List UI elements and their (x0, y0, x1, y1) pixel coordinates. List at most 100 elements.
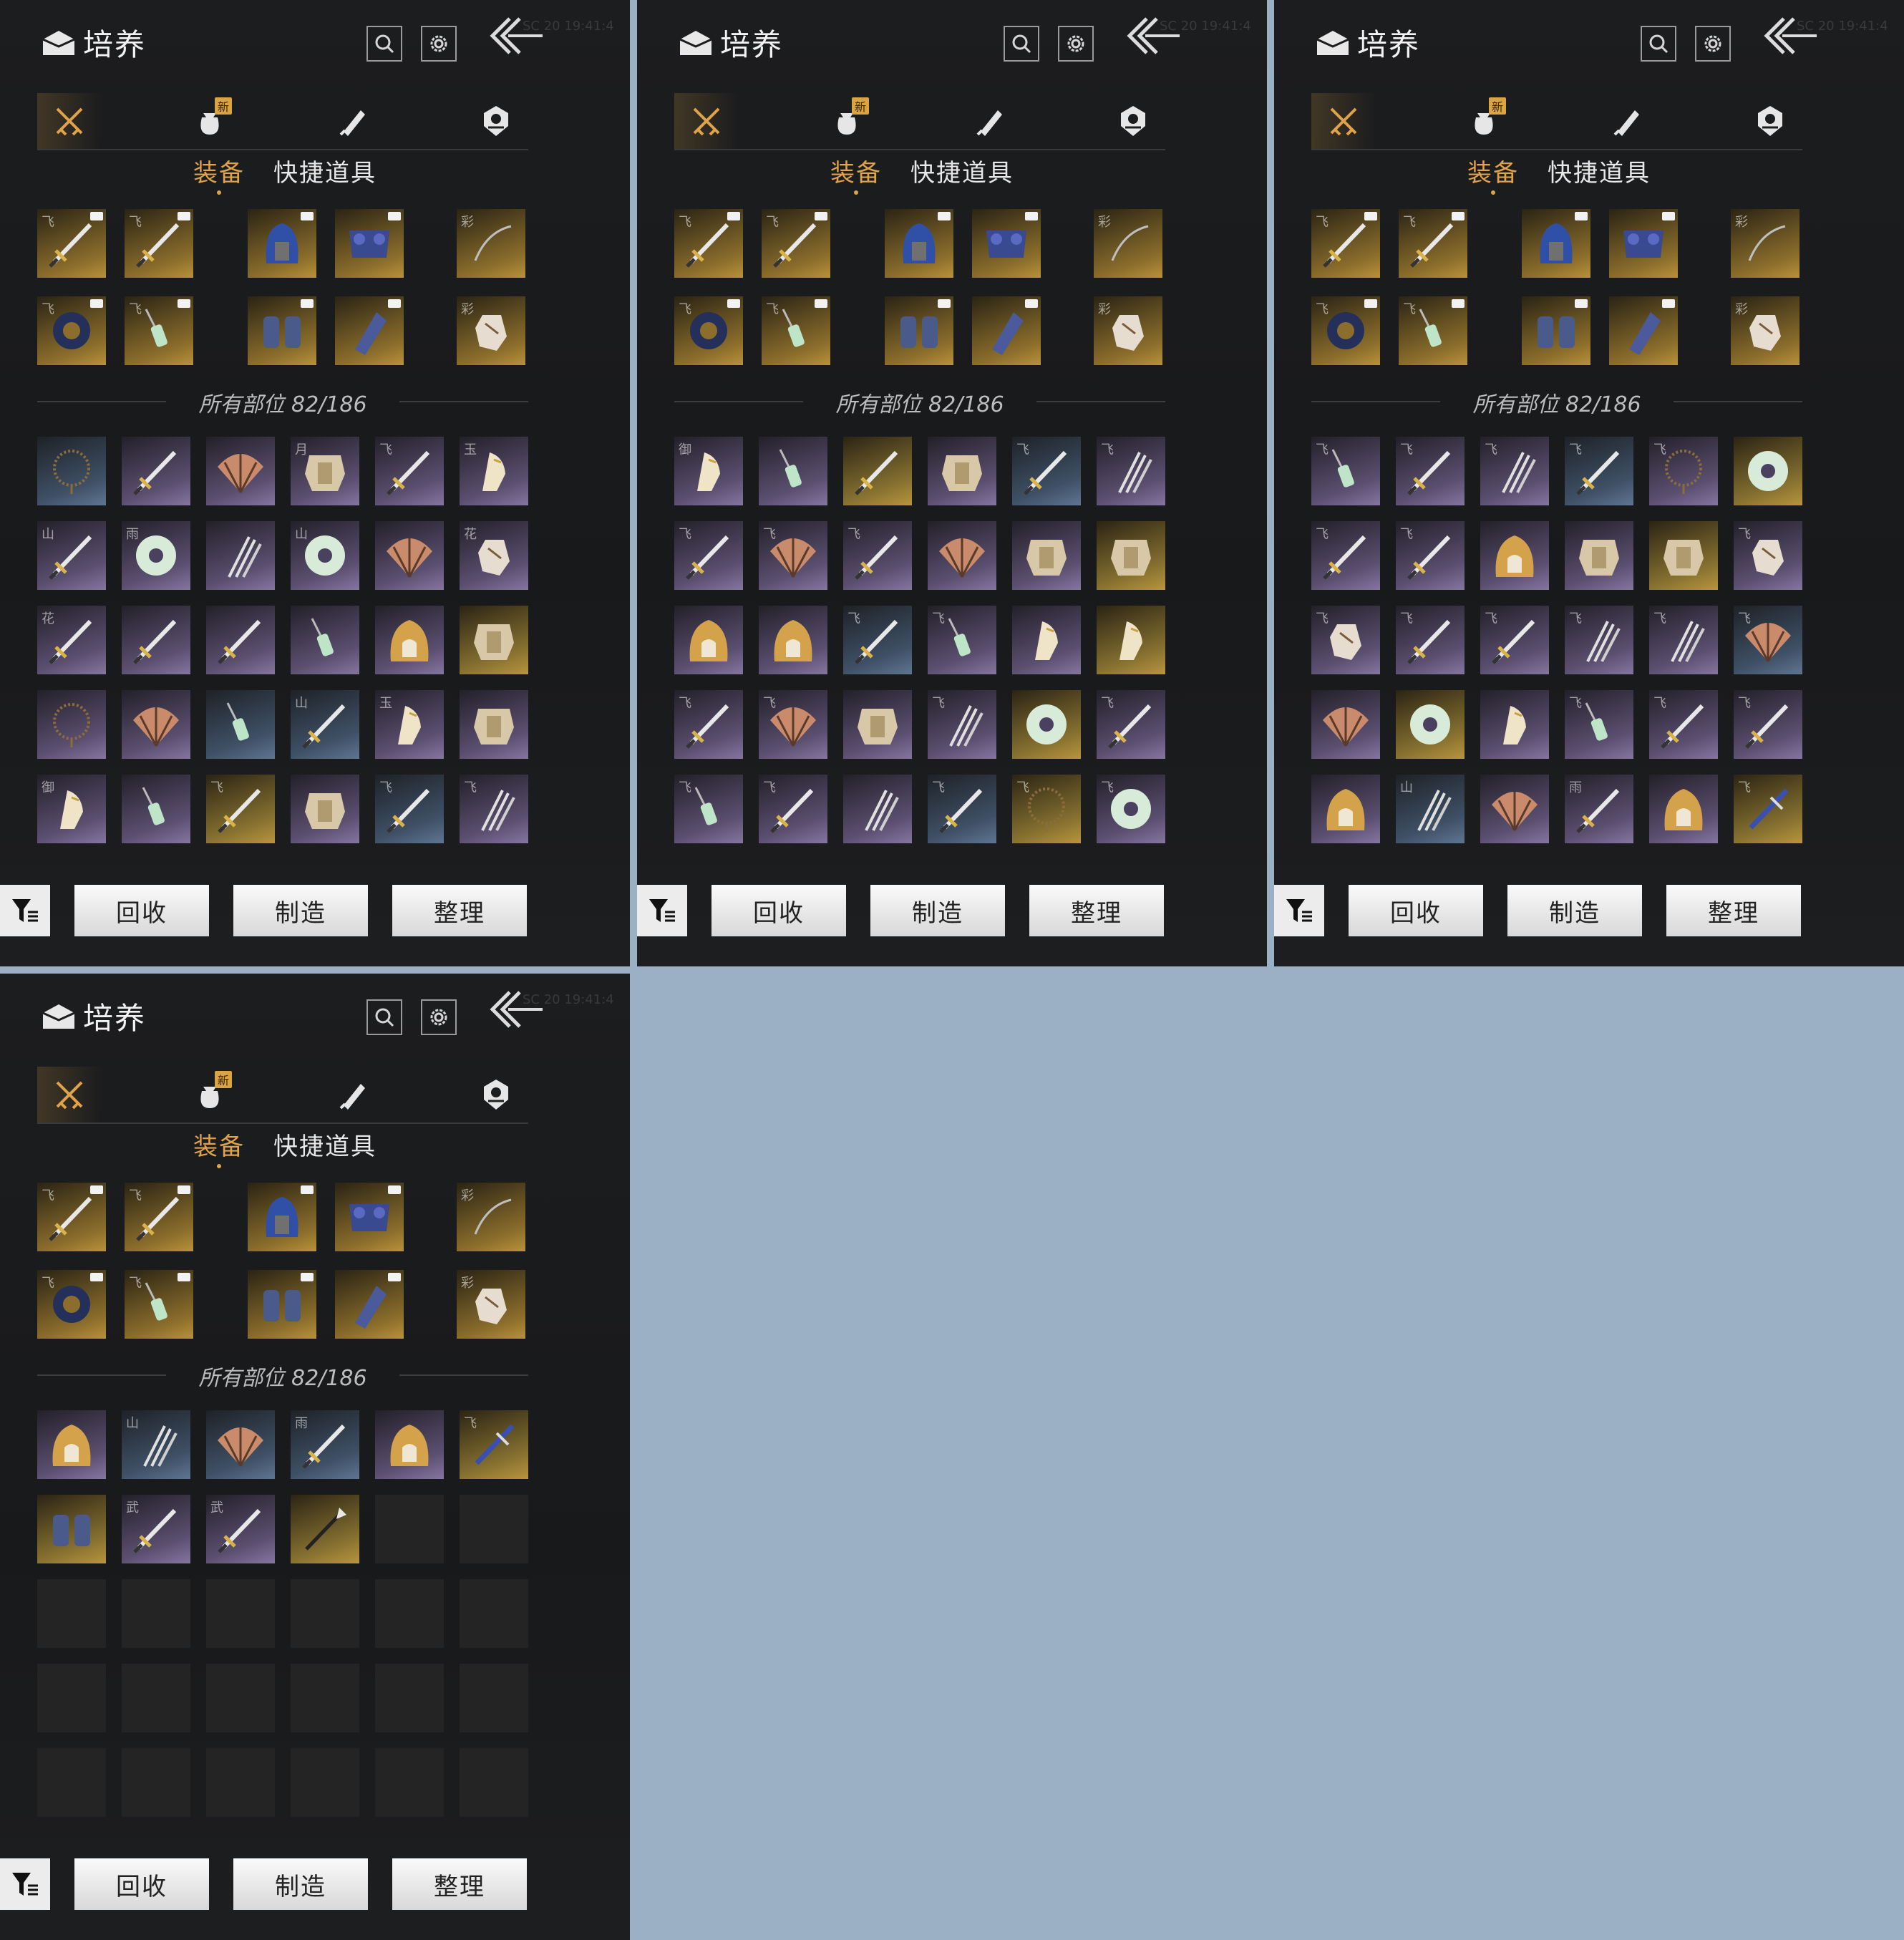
inventory-slot[interactable]: 飞 (375, 437, 444, 505)
subtab-equipment[interactable]: 装备 (830, 153, 882, 195)
inventory-slot[interactable]: 飞 (1311, 521, 1380, 590)
equipped-slot[interactable] (972, 296, 1041, 365)
equipped-slot[interactable]: 彩 (1731, 209, 1799, 278)
tab-scrolls[interactable] (1595, 93, 1659, 149)
tab-emblems[interactable] (1738, 93, 1802, 149)
craft-button[interactable]: 制造 (233, 885, 368, 936)
settings-button[interactable] (1695, 26, 1731, 62)
subtab-equipment[interactable]: 装备 (193, 153, 245, 195)
filter-button[interactable] (1274, 885, 1324, 936)
tab-emblems[interactable] (1101, 93, 1165, 149)
inventory-slot[interactable]: 御 (37, 775, 106, 843)
inventory-slot[interactable] (1480, 690, 1549, 759)
inventory-slot[interactable] (122, 690, 190, 759)
inventory-slot[interactable] (1012, 606, 1081, 674)
inventory-slot[interactable]: 飞 (928, 775, 996, 843)
inventory-slot[interactable] (843, 775, 912, 843)
tab-scrolls[interactable] (321, 93, 385, 149)
craft-button[interactable]: 制造 (233, 1858, 368, 1910)
inventory-slot[interactable]: 飞 (674, 521, 743, 590)
inventory-slot[interactable]: 飞 (759, 690, 827, 759)
inventory-slot[interactable] (375, 1410, 444, 1479)
equipped-slot[interactable] (1609, 296, 1678, 365)
inventory-slot[interactable]: 飞 (1649, 606, 1718, 674)
tab-items[interactable]: 新 (815, 93, 879, 149)
recycle-button[interactable]: 回收 (74, 1858, 209, 1910)
search-button[interactable] (1641, 26, 1676, 62)
inventory-slot[interactable] (1649, 521, 1718, 590)
inventory-slot[interactable]: 飞 (375, 775, 444, 843)
search-button[interactable] (1004, 26, 1039, 62)
inventory-slot[interactable] (1311, 690, 1380, 759)
equipped-slot[interactable]: 飞 (125, 209, 193, 278)
back-icon[interactable] (487, 988, 544, 1034)
inventory-slot[interactable]: 花 (37, 606, 106, 674)
sort-button[interactable]: 整理 (1029, 885, 1164, 936)
inventory-slot[interactable] (206, 1410, 275, 1479)
craft-button[interactable]: 制造 (1507, 885, 1642, 936)
inventory-slot[interactable] (122, 437, 190, 505)
equipped-slot[interactable]: 飞 (762, 296, 830, 365)
inventory-slot[interactable] (460, 606, 528, 674)
subtab-quick-items[interactable]: 快捷道具 (910, 153, 1014, 192)
inventory-slot[interactable] (291, 1495, 359, 1563)
inventory-slot[interactable]: 飞 (206, 775, 275, 843)
inventory-slot[interactable] (759, 606, 827, 674)
inventory-slot[interactable]: 飞 (1734, 690, 1802, 759)
equipped-slot[interactable]: 飞 (674, 296, 743, 365)
equipped-slot[interactable] (248, 1270, 316, 1339)
inventory-slot[interactable]: 雨 (291, 1410, 359, 1479)
filter-button[interactable] (0, 885, 50, 936)
inventory-slot[interactable] (1396, 690, 1465, 759)
filter-button[interactable] (0, 1858, 50, 1910)
inventory-slot[interactable] (1012, 690, 1081, 759)
equipped-slot[interactable]: 飞 (125, 1270, 193, 1339)
back-icon[interactable] (487, 14, 544, 60)
equipped-slot[interactable]: 飞 (37, 1270, 106, 1339)
back-icon[interactable] (1761, 14, 1818, 60)
inventory-slot[interactable] (122, 606, 190, 674)
inventory-slot[interactable]: 飞 (843, 606, 912, 674)
equipped-slot[interactable] (248, 296, 316, 365)
sort-button[interactable]: 整理 (392, 885, 527, 936)
subtab-quick-items[interactable]: 快捷道具 (273, 153, 377, 192)
inventory-slot[interactable]: 飞 (759, 521, 827, 590)
inventory-slot[interactable]: 武 (122, 1495, 190, 1563)
tab-equipment[interactable] (674, 93, 739, 149)
equipped-slot[interactable]: 飞 (1399, 296, 1467, 365)
inventory-slot[interactable] (1097, 606, 1165, 674)
inventory-slot[interactable]: 飞 (1097, 437, 1165, 505)
equipped-slot[interactable]: 飞 (37, 209, 106, 278)
equipped-slot[interactable]: 彩 (1094, 296, 1162, 365)
equipped-slot[interactable]: 飞 (125, 1183, 193, 1251)
inventory-slot[interactable] (206, 437, 275, 505)
inventory-slot[interactable]: 飞 (1565, 606, 1633, 674)
subtab-equipment[interactable]: 装备 (193, 1127, 245, 1168)
inventory-slot[interactable]: 武 (206, 1495, 275, 1563)
inventory-slot[interactable]: 飞 (1649, 690, 1718, 759)
inventory-slot[interactable]: 飞 (1734, 775, 1802, 843)
inventory-slot[interactable]: 飞 (1734, 606, 1802, 674)
inventory-slot[interactable]: 月 (291, 437, 359, 505)
inventory-slot[interactable]: 飞 (1097, 690, 1165, 759)
inventory-slot[interactable]: 玉 (460, 437, 528, 505)
inventory-slot[interactable]: 飞 (460, 775, 528, 843)
equipped-slot[interactable]: 飞 (37, 296, 106, 365)
equipped-slot[interactable] (1522, 209, 1590, 278)
inventory-slot[interactable]: 飞 (1012, 775, 1081, 843)
tab-emblems[interactable] (464, 93, 528, 149)
inventory-slot[interactable] (37, 1495, 106, 1563)
inventory-slot[interactable] (1649, 775, 1718, 843)
subtab-quick-items[interactable]: 快捷道具 (273, 1127, 377, 1165)
equipped-slot[interactable] (335, 1183, 404, 1251)
settings-button[interactable] (421, 999, 457, 1035)
equipped-slot[interactable] (1609, 209, 1678, 278)
inventory-slot[interactable]: 飞 (843, 521, 912, 590)
inventory-slot[interactable]: 飞 (1480, 606, 1549, 674)
inventory-slot[interactable]: 飞 (928, 690, 996, 759)
inventory-slot[interactable] (674, 606, 743, 674)
inventory-slot[interactable] (1012, 521, 1081, 590)
inventory-slot[interactable]: 飞 (1396, 437, 1465, 505)
sort-button[interactable]: 整理 (1666, 885, 1801, 936)
tab-scrolls[interactable] (958, 93, 1022, 149)
